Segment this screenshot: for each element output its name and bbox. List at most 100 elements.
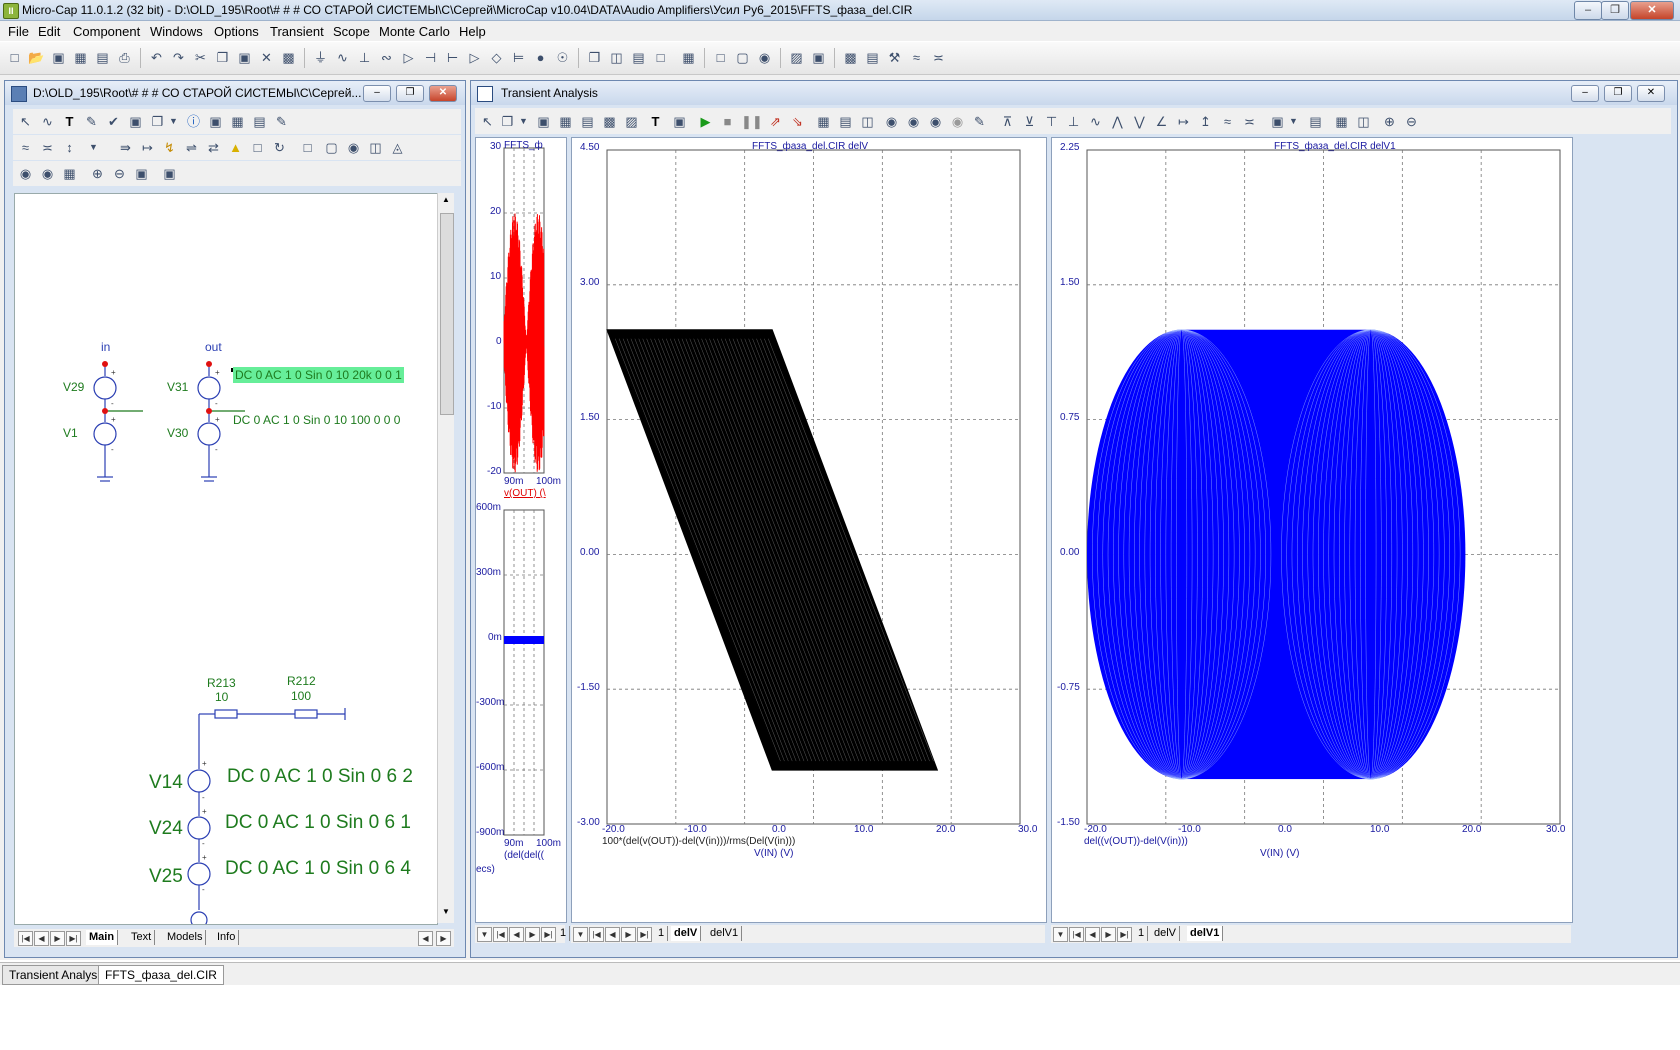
ground-icon[interactable]: ⏚	[312, 49, 329, 66]
tab-main[interactable]: Main	[86, 930, 119, 945]
prev-tab-icon[interactable]: ◀	[509, 927, 524, 942]
text-mode-icon[interactable]: T	[61, 113, 78, 130]
run-icon[interactable]: ▶	[697, 113, 714, 130]
transistor-pnp-icon[interactable]: ⊢	[444, 49, 461, 66]
currents-icon[interactable]: ↕	[61, 139, 78, 156]
tab-info[interactable]: Info	[214, 930, 240, 945]
tools-icon[interactable]: ⚒	[886, 49, 903, 66]
package-editor-icon[interactable]: ▣	[810, 49, 827, 66]
zoom-undo-icon[interactable]: ◉	[949, 113, 966, 130]
select-mode-icon[interactable]: ↖	[17, 113, 34, 130]
print-icon[interactable]: ⎙	[116, 49, 133, 66]
menu-options[interactable]: Options	[214, 24, 259, 39]
delv-tab-menu-icon[interactable]: ▼	[573, 927, 588, 942]
transient-minimize-button[interactable]: –	[1571, 85, 1599, 102]
print-preview-icon[interactable]: ▤	[94, 49, 111, 66]
cascade-icon[interactable]: ❐	[586, 49, 603, 66]
box-select-icon[interactable]: □	[299, 139, 316, 156]
flip-icon[interactable]: ⇄	[205, 139, 222, 156]
component-editor-icon[interactable]: □	[712, 49, 729, 66]
inflection-icon[interactable]: ∿	[1087, 113, 1104, 130]
pencil-icon[interactable]: ✎	[83, 113, 100, 130]
bill-of-materials-icon[interactable]: ▦	[61, 165, 78, 182]
save-icon[interactable]: ▣	[50, 49, 67, 66]
last-tab-icon[interactable]: ▶|	[541, 927, 556, 942]
magnify-minus-icon[interactable]: ⊖	[1403, 113, 1420, 130]
go-to-x-icon[interactable]: ↦	[1175, 113, 1192, 130]
camera-icon[interactable]: ▣	[161, 165, 178, 182]
calculator-icon[interactable]: ▦	[680, 49, 697, 66]
delv-first-tab-icon[interactable]: |◀	[589, 927, 604, 942]
rotate-icon[interactable]: ↻	[271, 139, 288, 156]
pin-connections-icon[interactable]: ⇌	[183, 139, 200, 156]
menu-windows[interactable]: Windows	[150, 24, 203, 39]
dropdown-icon[interactable]: ▼	[165, 113, 182, 130]
plot-properties-icon[interactable]: ≍	[930, 49, 947, 66]
wire-mode-icon[interactable]: ∿	[39, 113, 56, 130]
last-page-icon[interactable]: ▶|	[66, 931, 81, 946]
zoom-fit-icon[interactable]: ▣	[133, 165, 150, 182]
find-icon[interactable]: ◉	[17, 165, 34, 182]
scale-icon[interactable]: ▣	[535, 113, 552, 130]
maximize-button[interactable]: ❐	[1601, 1, 1629, 20]
zoom-fit-plot-icon[interactable]: ◉	[927, 113, 944, 130]
schematic-canvas[interactable]: + - + - + - + - + - + - + - in out V29 V1 V31 V…	[14, 193, 438, 925]
stop-icon[interactable]: ■	[719, 113, 736, 130]
minimize-button[interactable]: –	[1574, 1, 1602, 20]
delv1-next-tab-icon[interactable]: ▶	[1101, 927, 1116, 942]
lightning-icon[interactable]: ↯	[161, 139, 178, 156]
properties-icon[interactable]: ✎	[273, 113, 290, 130]
window-icon[interactable]: □	[652, 49, 669, 66]
mirror-icon[interactable]: ◫	[367, 139, 384, 156]
go-to-y-icon[interactable]: ↥	[1197, 113, 1214, 130]
delv1-first-tab-icon[interactable]: |◀	[1069, 927, 1084, 942]
tab-page-1[interactable]: 1	[557, 926, 571, 941]
point-tag-icon[interactable]: ▩	[601, 113, 618, 130]
menu-component[interactable]: Component	[73, 24, 140, 39]
inductor-icon[interactable]: ∾	[378, 49, 395, 66]
tag-icon[interactable]: ▨	[623, 113, 640, 130]
tab-menu-icon[interactable]: ▼	[477, 927, 492, 942]
schematic-restore-button[interactable]: ❐	[396, 85, 424, 102]
delete-icon[interactable]: ✕	[258, 49, 275, 66]
tab-text[interactable]: Text	[128, 930, 156, 945]
v31-attribute-text[interactable]: DC 0 AC 1 0 Sin 0 10 20k 0 0 1	[233, 367, 404, 383]
next-tab-icon[interactable]: ▶	[525, 927, 540, 942]
mdi-tab-circuit-file[interactable]: FFTS_фаза_del.CIR	[98, 965, 224, 985]
delv-tab-1[interactable]: 1	[655, 926, 669, 941]
tab-models[interactable]: Models	[164, 930, 207, 945]
copy-dropdown-icon[interactable]: ▼	[515, 113, 532, 130]
diode-icon[interactable]: ▷	[400, 49, 417, 66]
high-icon[interactable]: ⊤	[1043, 113, 1060, 130]
check-icon[interactable]: ✔	[105, 113, 122, 130]
schematic-minimize-button[interactable]: –	[363, 85, 391, 102]
copy-plot-icon[interactable]: ❐	[499, 113, 516, 130]
branch-icon[interactable]: ≈	[1219, 113, 1236, 130]
battery-icon[interactable]: ⊨	[510, 49, 527, 66]
small-top-trace-label[interactable]: v(OUT) (\	[504, 488, 546, 499]
globe-icon[interactable]: ◉	[756, 49, 773, 66]
plot-icon[interactable]: ≈	[908, 49, 925, 66]
tile-vertical-icon[interactable]: ◫	[608, 49, 625, 66]
filter-designer-icon[interactable]: ▤	[864, 49, 881, 66]
fit-icon[interactable]: ◫	[1355, 113, 1372, 130]
global-low-icon[interactable]: ⋁	[1131, 113, 1148, 130]
close-button[interactable]: ✕	[1630, 1, 1674, 20]
slope-icon[interactable]: ∠	[1153, 113, 1170, 130]
prev-page-icon[interactable]: ◀	[34, 931, 49, 946]
model-program-icon[interactable]: ▨	[788, 49, 805, 66]
scroll-thumb[interactable]	[440, 213, 454, 415]
plot-delv1-pane[interactable]: FFTS_фаза_del.CIR delV1 2.25 1.50 0.75 0…	[1051, 137, 1573, 923]
delv-tab-delv1[interactable]: delV1	[707, 926, 743, 941]
warning-icon[interactable]: ▲	[227, 139, 244, 156]
delv-x-expression[interactable]: V(IN) (V)	[754, 848, 793, 859]
scroll-down-icon[interactable]: ▼	[440, 907, 452, 919]
first-page-icon[interactable]: |◀	[18, 931, 33, 946]
target-icon[interactable]: ◉	[345, 139, 362, 156]
v30-attribute-text[interactable]: DC 0 AC 1 0 Sin 0 10 100 0 0 0	[233, 413, 400, 427]
select-all-icon[interactable]: ▩	[280, 49, 297, 66]
small-plot-pane[interactable]: FFTS_ф 30 20 10 0 -10 -20 90m 100m v(OUT…	[475, 137, 567, 923]
delv1-tab-menu-icon[interactable]: ▼	[1053, 927, 1068, 942]
v25-attribute-text[interactable]: DC 0 AC 1 0 Sin 0 6 4	[225, 858, 411, 880]
info-icon[interactable]: ⓘ	[185, 113, 202, 130]
